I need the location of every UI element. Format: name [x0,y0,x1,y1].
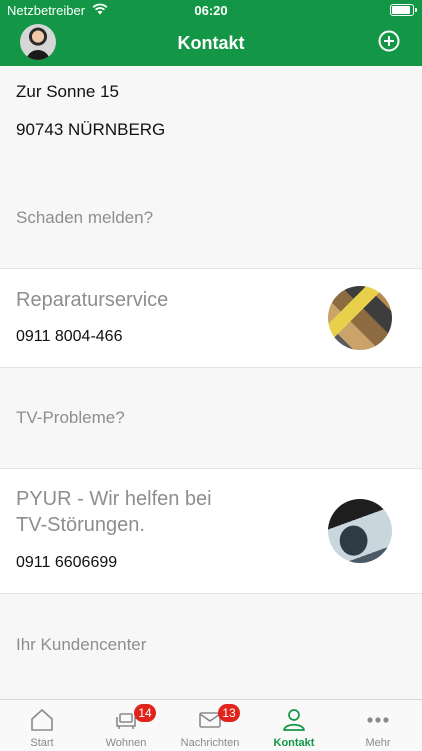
pyur-phone[interactable]: 0911 6606699 [16,554,117,572]
tab-label: Start [30,737,54,749]
pyur-image [328,499,392,563]
add-circle-icon[interactable] [378,30,400,52]
nachrichten-badge: 13 [218,704,240,722]
pyur-title-line2: TV-Störungen. [16,514,145,536]
tab-wohnen[interactable]: 14 Wohnen [84,700,168,751]
repair-service-title: Reparaturservice [16,289,169,311]
pyur-title-line1: PYUR - Wir helfen bei [16,488,212,510]
repair-service-image [328,286,392,350]
battery-icon [390,4,417,16]
tab-nachrichten[interactable]: 13 Nachrichten [168,700,252,751]
clock: 06:20 [194,3,228,18]
tab-start[interactable]: Start [0,700,84,751]
tab-label: Nachrichten [180,737,240,749]
home-icon [31,709,53,731]
pyur-card[interactable]: PYUR - Wir helfen bei TV-Störungen. 0911… [0,468,422,594]
tab-bar: Start 14 Wohnen 13 Nachrichten Kontakt M… [0,699,422,751]
page-title: Kontakt [177,33,245,53]
section-tv-label: TV-Probleme? [16,408,125,427]
tab-label: Kontakt [273,737,315,749]
wohnen-badge: 14 [134,704,156,722]
status-bar: Netzbetreiber 06:20 [0,0,422,20]
tab-label: Wohnen [105,737,147,749]
repair-service-phone[interactable]: 0911 8004-466 [16,328,122,346]
tab-label: Mehr [365,737,391,749]
tab-kontakt[interactable]: Kontakt [252,700,336,751]
section-damage-label: Schaden melden? [16,208,154,227]
tab-mehr[interactable]: Mehr [336,700,420,751]
address-city: 90743 NÜRNBERG [16,120,166,139]
section-customer-center-label: Ihr Kundencenter [16,635,147,654]
nav-bar: Kontakt [0,20,422,66]
more-icon [367,717,389,723]
address-street: Zur Sonne 15 [16,82,120,101]
person-icon [283,709,305,731]
repair-service-card[interactable]: Reparaturservice 0911 8004-466 [0,268,422,368]
